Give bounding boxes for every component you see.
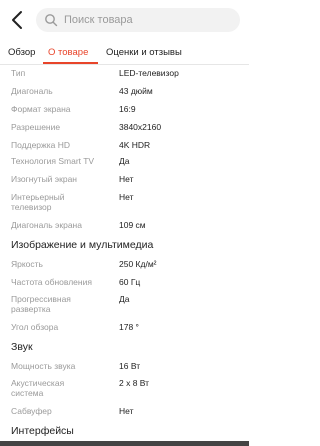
tab-about-product[interactable]: О товаре <box>48 47 88 59</box>
spec-label: Диагональ <box>11 86 53 96</box>
spec-value: 16 Вт <box>119 361 141 371</box>
tab-bar: Обзор О товаре Оценки и отзывы <box>0 42 249 65</box>
system-nav-bar <box>0 441 249 446</box>
active-tab-indicator <box>43 62 98 64</box>
spec-value: Да <box>119 156 130 166</box>
spec-value: 178 ° <box>119 322 139 332</box>
spec-value: 109 см <box>119 220 146 230</box>
search-icon <box>45 14 58 27</box>
spec-value: Да <box>119 294 130 304</box>
spec-label: Изогнутый экран <box>11 174 77 184</box>
spec-label: Тип <box>11 68 26 78</box>
spec-value: Нет <box>119 174 134 184</box>
spec-value: Нет <box>119 406 134 416</box>
spec-label: Акустическая система <box>11 378 65 398</box>
spec-label: Сабвуфер <box>11 406 52 416</box>
spec-label: Диагональ экрана <box>11 220 82 230</box>
search-input[interactable]: Поиск товара <box>36 8 240 32</box>
section-title-image: Изображение и мультимедиа <box>11 239 154 251</box>
spec-value: 60 Гц <box>119 277 141 287</box>
spec-label: Яркость <box>11 259 43 269</box>
spec-label: Формат экрана <box>11 104 71 114</box>
search-placeholder: Поиск товара <box>64 14 133 26</box>
tab-reviews[interactable]: Оценки и отзывы <box>106 47 182 59</box>
spec-value: 2 x 8 Вт <box>119 378 150 388</box>
spec-label: Интерьерный телевизор <box>11 192 65 212</box>
spec-label: Частота обновления <box>11 277 92 287</box>
spec-label: Разрешение <box>11 122 61 132</box>
section-title-sound: Звук <box>11 341 33 353</box>
spec-value: Нет <box>119 192 134 202</box>
spec-value: 43 дюйм <box>119 86 153 96</box>
back-arrow-icon[interactable] <box>8 9 28 31</box>
spec-value: 250 Кд/м² <box>119 259 157 269</box>
tab-overview[interactable]: Обзор <box>8 47 35 59</box>
top-bar: Поиск товара <box>0 0 249 40</box>
spec-value: 16:9 <box>119 104 136 114</box>
spec-value: 4K HDR <box>119 140 151 150</box>
spec-label: Прогрессивная развертка <box>11 294 71 314</box>
spec-label: Угол обзора <box>11 322 59 332</box>
section-title-interfaces: Интерфейсы <box>11 425 74 437</box>
spec-value: LED-телевизор <box>119 68 179 78</box>
spec-label: Поддержка HD <box>11 140 70 150</box>
spec-label: Технология Smart TV <box>11 156 95 166</box>
spec-value: 3840x2160 <box>119 122 162 132</box>
spec-label: Мощность звука <box>11 361 76 371</box>
